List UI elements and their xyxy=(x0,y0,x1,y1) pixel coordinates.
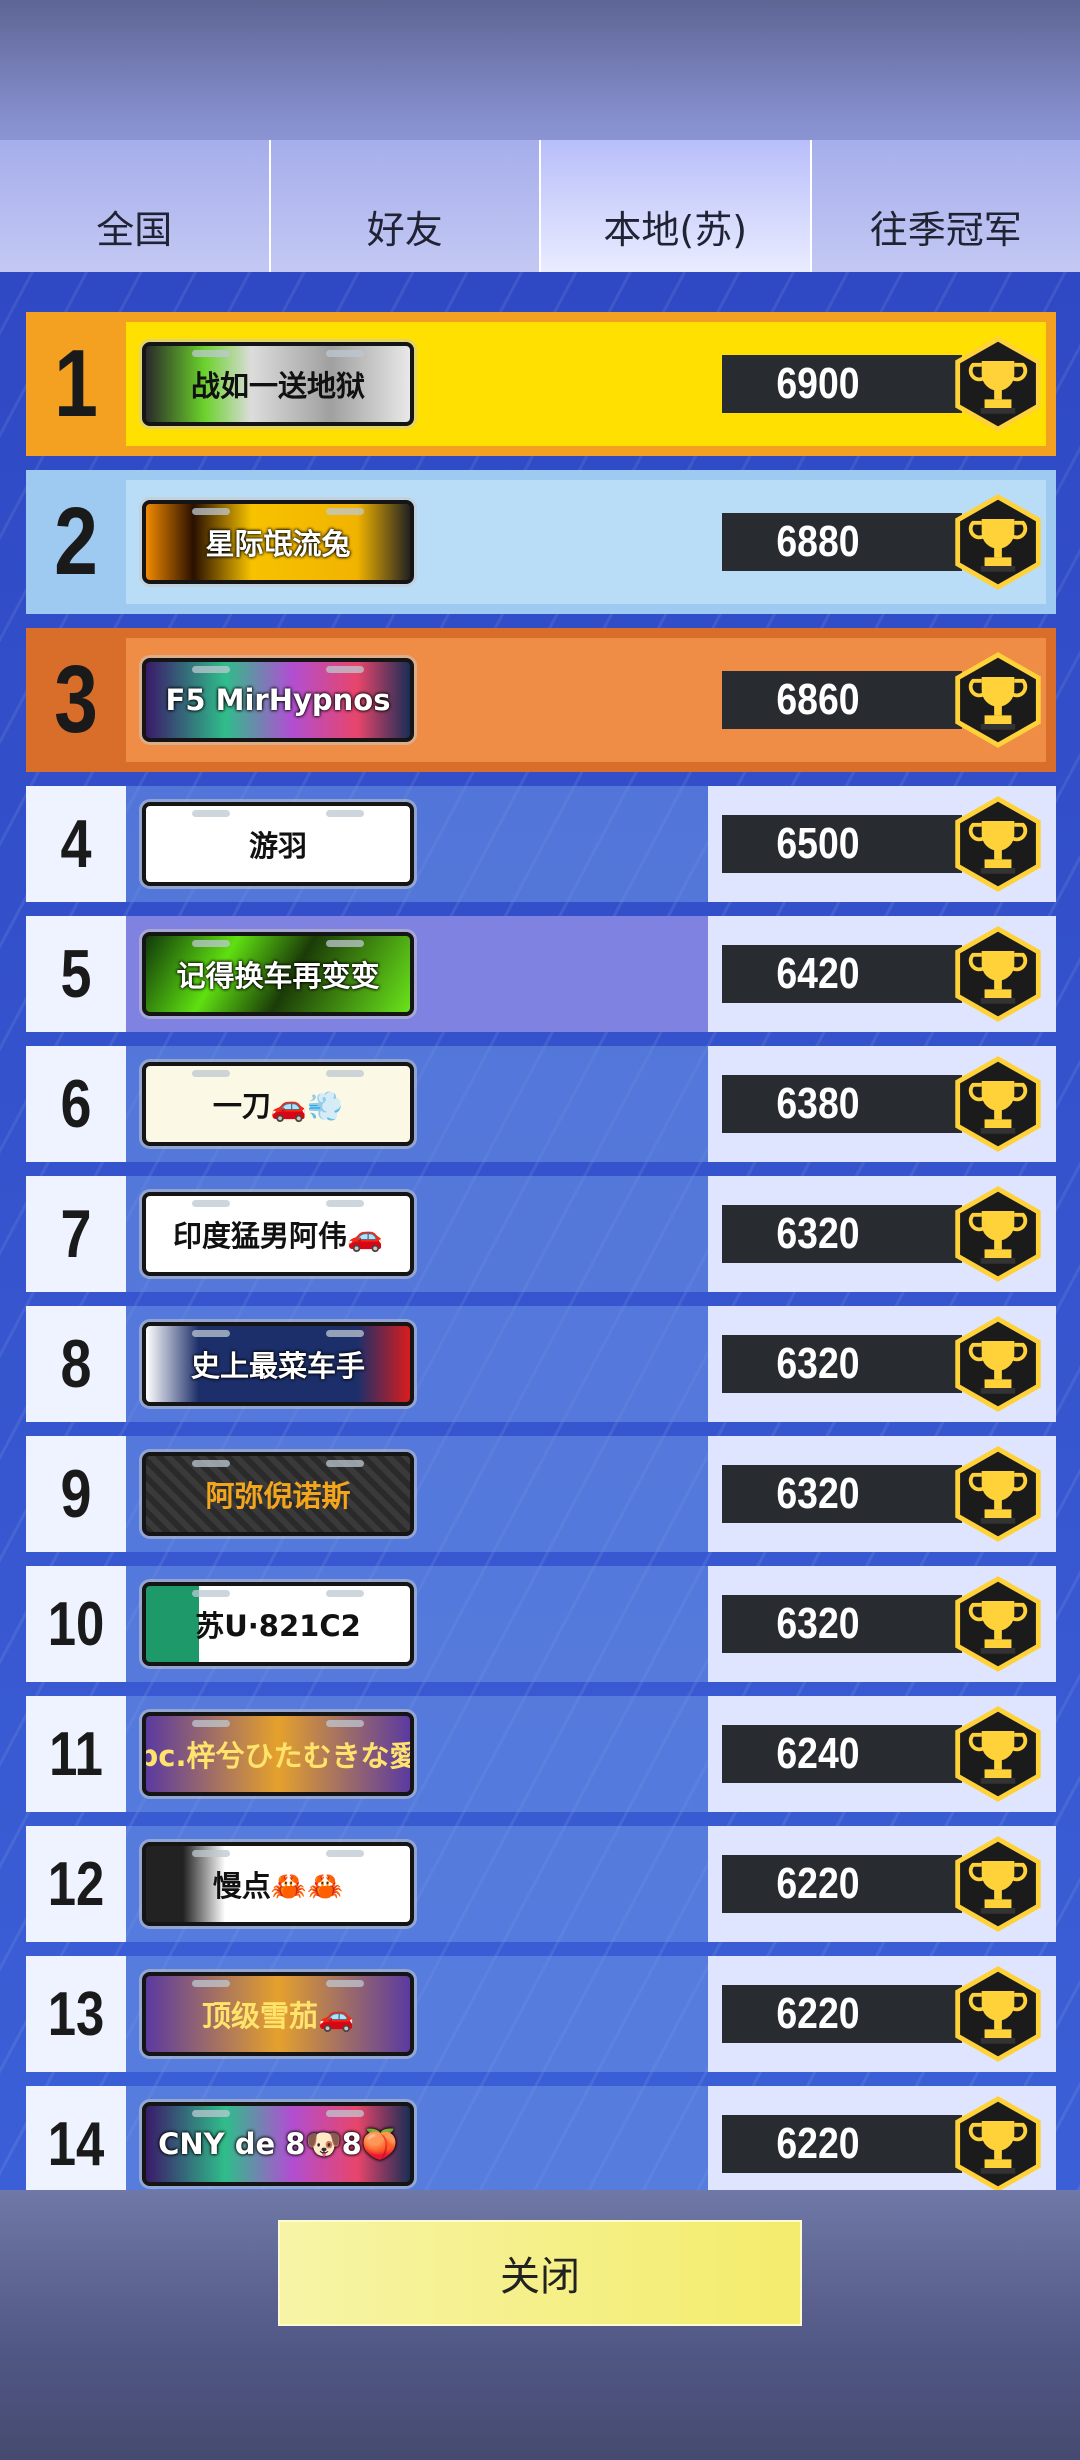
trophy-icon xyxy=(955,1446,1041,1542)
trophy-icon xyxy=(955,1576,1041,1672)
close-button[interactable]: 关闭 xyxy=(278,2220,802,2326)
player-name-plate[interactable]: CNY de 8🐶8🍑 xyxy=(142,2102,414,2186)
trophy-icon xyxy=(955,1186,1041,1282)
rank-number: 12 xyxy=(47,1849,105,1919)
leaderboard-row[interactable]: 6 一刀🚗💨 6380 xyxy=(26,1046,1056,1162)
rank-number: 3 xyxy=(54,646,98,753)
leaderboard-row[interactable]: 12 慢点🦀🦀 6220 xyxy=(26,1826,1056,1942)
rank-number: 1 xyxy=(54,330,98,437)
trophy-icon xyxy=(955,796,1041,892)
player-name: 印度猛男阿伟🚗 xyxy=(172,1219,384,1253)
rank-number: 7 xyxy=(60,1196,92,1272)
score-value: 6220 xyxy=(722,2115,962,2173)
trophy-icon xyxy=(955,1056,1041,1152)
score-value: 6220 xyxy=(722,1855,962,1913)
score-value: 6500 xyxy=(722,815,962,873)
score-value: 6220 xyxy=(722,1985,962,2043)
trophy-icon xyxy=(955,1316,1041,1412)
player-name: 顶级雪茄🚗 xyxy=(201,1999,355,2033)
score-value: 6860 xyxy=(722,671,962,729)
player-name-plate[interactable]: 史上最菜车手 xyxy=(142,1322,414,1406)
rank-number: 13 xyxy=(47,1979,105,2049)
leaderboard-row[interactable]: 3 F5 MirHypnos 6860 xyxy=(26,628,1056,772)
leaderboard-row[interactable]: 4 游羽 6500 xyxy=(26,786,1056,902)
score-value: 6320 xyxy=(722,1335,962,1393)
rank-number: 2 xyxy=(54,488,98,595)
tab-national[interactable]: 全国 xyxy=(0,140,271,272)
trophy-icon xyxy=(955,336,1041,432)
player-name: 阿弥倪诺斯 xyxy=(205,1479,351,1513)
player-name: 游羽 xyxy=(248,829,307,863)
rank-number: 8 xyxy=(60,1326,92,1402)
score-value: 6320 xyxy=(722,1205,962,1263)
score-value: 6320 xyxy=(722,1465,962,1523)
player-name-plate[interactable]: F5 MirHypnos xyxy=(142,658,414,742)
score-value: 6900 xyxy=(722,355,962,413)
leaderboard-row[interactable]: 14 CNY de 8🐶8🍑 6220 xyxy=(26,2086,1056,2190)
player-name-plate[interactable]: 游羽 xyxy=(142,802,414,886)
trophy-icon xyxy=(955,2096,1041,2190)
rank-number: 10 xyxy=(47,1589,105,1659)
score-value: 6320 xyxy=(722,1595,962,1653)
player-name-plate[interactable]: 苏U·821C2 xyxy=(142,1582,414,1666)
leaderboard-row[interactable]: 11 pc.梓兮ひたむきな愛 6240 xyxy=(26,1696,1056,1812)
player-name-plate[interactable]: 顶级雪茄🚗 xyxy=(142,1972,414,2056)
player-name-plate[interactable]: 一刀🚗💨 xyxy=(142,1062,414,1146)
trophy-icon xyxy=(955,494,1041,590)
trophy-icon xyxy=(955,1966,1041,2062)
player-name-plate[interactable]: 阿弥倪诺斯 xyxy=(142,1452,414,1536)
score-value: 6380 xyxy=(722,1075,962,1133)
player-name: 星际氓流兔 xyxy=(205,527,351,561)
score-value: 6420 xyxy=(722,945,962,1003)
rank-number: 11 xyxy=(49,1719,103,1789)
rank-number: 6 xyxy=(60,1066,92,1142)
player-name: 战如一送地狱 xyxy=(190,369,365,403)
player-name: 一刀🚗💨 xyxy=(212,1089,344,1123)
trophy-icon xyxy=(955,652,1041,748)
player-name: F5 MirHypnos xyxy=(165,683,391,717)
rank-number: 9 xyxy=(60,1456,92,1532)
rank-number: 14 xyxy=(47,2109,105,2179)
leaderboard-row[interactable]: 13 顶级雪茄🚗 6220 xyxy=(26,1956,1056,2072)
tab-local[interactable]: 本地(苏) xyxy=(541,140,812,272)
tab-past-champions[interactable]: 往季冠军 xyxy=(811,140,1080,272)
trophy-icon xyxy=(955,1706,1041,1802)
trophy-icon xyxy=(955,1836,1041,1932)
player-name: CNY de 8🐶8🍑 xyxy=(158,2126,398,2161)
leaderboard-row[interactable]: 10 苏U·821C2 6320 xyxy=(26,1566,1056,1682)
player-name-plate[interactable]: pc.梓兮ひたむきな愛 xyxy=(142,1712,414,1796)
score-value: 6240 xyxy=(722,1725,962,1783)
rank-number: 4 xyxy=(60,806,92,882)
leaderboard-list[interactable]: 1 战如一送地狱 6900 2 星际氓流兔 6880 3 F5 MirHypnos 6860 4 游… xyxy=(0,272,1080,2190)
leaderboard-row[interactable]: 7 印度猛男阿伟🚗 6320 xyxy=(26,1176,1056,1292)
score-value: 6880 xyxy=(722,513,962,571)
player-name-plate[interactable]: 慢点🦀🦀 xyxy=(142,1842,414,1926)
leaderboard-row[interactable]: 8 史上最菜车手 6320 xyxy=(26,1306,1056,1422)
player-name-plate[interactable]: 记得换车再变变 xyxy=(142,932,414,1016)
player-name-plate[interactable]: 星际氓流兔 xyxy=(142,500,414,584)
tab-bar: 全国 好友 本地(苏) 往季冠军 xyxy=(0,140,1080,272)
leaderboard-row[interactable]: 5 记得换车再变变 6420 xyxy=(26,916,1056,1032)
player-name: 记得换车再变变 xyxy=(176,959,380,993)
player-name-plate[interactable]: 战如一送地狱 xyxy=(142,342,414,426)
rank-number: 5 xyxy=(60,936,92,1012)
trophy-icon xyxy=(955,926,1041,1022)
tab-friends[interactable]: 好友 xyxy=(270,140,541,272)
player-name: 慢点🦀🦀 xyxy=(212,1869,344,1903)
leaderboard-row[interactable]: 2 星际氓流兔 6880 xyxy=(26,470,1056,614)
player-name: pc.梓兮ひたむきな愛 xyxy=(142,1739,414,1773)
leaderboard-row[interactable]: 1 战如一送地狱 6900 xyxy=(26,312,1056,456)
player-name-plate[interactable]: 印度猛男阿伟🚗 xyxy=(142,1192,414,1276)
player-name: 苏U·821C2 xyxy=(195,1609,361,1643)
player-name: 史上最菜车手 xyxy=(190,1349,365,1383)
leaderboard-row[interactable]: 9 阿弥倪诺斯 6320 xyxy=(26,1436,1056,1552)
